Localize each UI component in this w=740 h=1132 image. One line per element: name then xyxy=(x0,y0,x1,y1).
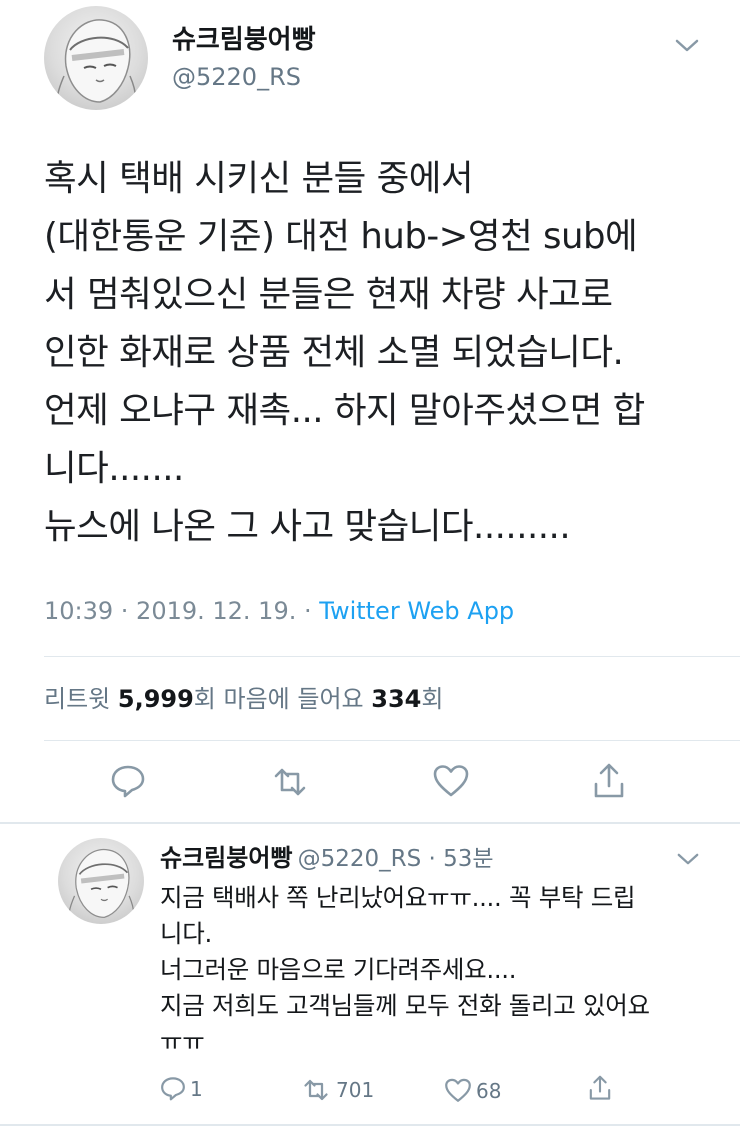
tweet-stats: 리트윗 5,999회 마음에 들어요 334회 xyxy=(44,682,443,716)
chevron-down-icon[interactable] xyxy=(676,852,700,867)
tweet-line: 뉴스에 나온 그 사고 맞습니다......... xyxy=(44,506,571,547)
reply-text: 지금 택배사 쪽 난리났어요ㅠㅠ.... 꼭 부탁 드립 니다. 너그러운 마음… xyxy=(160,880,730,1060)
source-link[interactable]: Twitter Web App xyxy=(319,597,514,625)
retweet-icon[interactable] xyxy=(300,1078,332,1102)
like-count: 68 xyxy=(476,1078,502,1103)
retweets-suffix: 회 마음에 들어요 xyxy=(193,685,372,713)
divider xyxy=(0,1124,740,1126)
likes-suffix: 회 xyxy=(421,685,444,713)
reply-avatar[interactable] xyxy=(58,838,144,924)
share-icon[interactable] xyxy=(592,762,626,800)
divider xyxy=(44,656,740,657)
likes-count[interactable]: 334 xyxy=(371,685,421,713)
share-icon[interactable] xyxy=(588,1074,612,1102)
tweet-text: 혹시 택배 시키신 분들 중에서 (대한통운 기준) 대전 hub->영천 su… xyxy=(44,150,724,556)
reply-author-handle[interactable]: @5220_RS · 53분 xyxy=(298,846,494,872)
retweet-count: 701 xyxy=(336,1078,375,1102)
reply-line: 지금 택배사 쪽 난리났어요ㅠㅠ.... 꼭 부탁 드립 xyxy=(160,883,636,912)
reply-header: 슈크림붕어빵 @5220_RS · 53분 xyxy=(160,842,494,877)
timestamp[interactable]: 10:39 · 2019. 12. 19. · xyxy=(44,597,319,625)
tweet-line: (대한통운 기준) 대전 hub->영천 sub에 xyxy=(44,216,638,257)
tweet-line: 혹시 택배 시키신 분들 중에서 xyxy=(44,158,474,199)
reply-action-retweet[interactable]: 701 xyxy=(300,1078,374,1102)
reply-action-like[interactable]: 68 xyxy=(444,1078,501,1103)
heart-icon[interactable] xyxy=(432,764,470,798)
chevron-down-icon[interactable] xyxy=(674,38,700,54)
divider xyxy=(44,740,740,741)
divider xyxy=(0,822,740,824)
reply-icon[interactable] xyxy=(160,1076,186,1101)
reply-line: ㅠㅠ xyxy=(160,1027,205,1056)
retweets-count[interactable]: 5,999 xyxy=(118,685,194,713)
tweet-line: 니다....... xyxy=(44,448,184,489)
reply-icon[interactable] xyxy=(110,764,146,798)
reply-line: 지금 저희도 고객님들께 모두 전화 돌리고 있어요 xyxy=(160,991,650,1020)
reply-action-reply[interactable]: 1 xyxy=(160,1076,203,1101)
heart-icon[interactable] xyxy=(444,1078,472,1103)
reply-author-name[interactable]: 슈크림붕어빵 xyxy=(160,844,292,872)
reply-line: 니다. xyxy=(160,919,212,948)
avatar[interactable] xyxy=(44,6,148,110)
tweet-line: 언제 오냐구 재촉... 하지 말아주셨으면 합 xyxy=(44,390,645,431)
reply-count: 1 xyxy=(190,1076,203,1101)
author-handle[interactable]: @5220_RS xyxy=(172,62,301,92)
avatar-illustration xyxy=(68,848,135,924)
avatar-illustration xyxy=(56,19,137,110)
tweet-line: 서 멈춰있으신 분들은 현재 차량 사고로 xyxy=(44,274,613,315)
tweet-meta: 10:39 · 2019. 12. 19. · Twitter Web App xyxy=(44,594,514,628)
retweets-label[interactable]: 리트윗 xyxy=(44,685,118,713)
author-name[interactable]: 슈크림붕어빵 xyxy=(172,24,316,56)
tweet-line: 인한 화재로 상품 전체 소멸 되었습니다. xyxy=(44,332,624,373)
reply-line: 너그러운 마음으로 기다려주세요.... xyxy=(160,955,517,984)
retweet-icon[interactable] xyxy=(270,766,310,798)
